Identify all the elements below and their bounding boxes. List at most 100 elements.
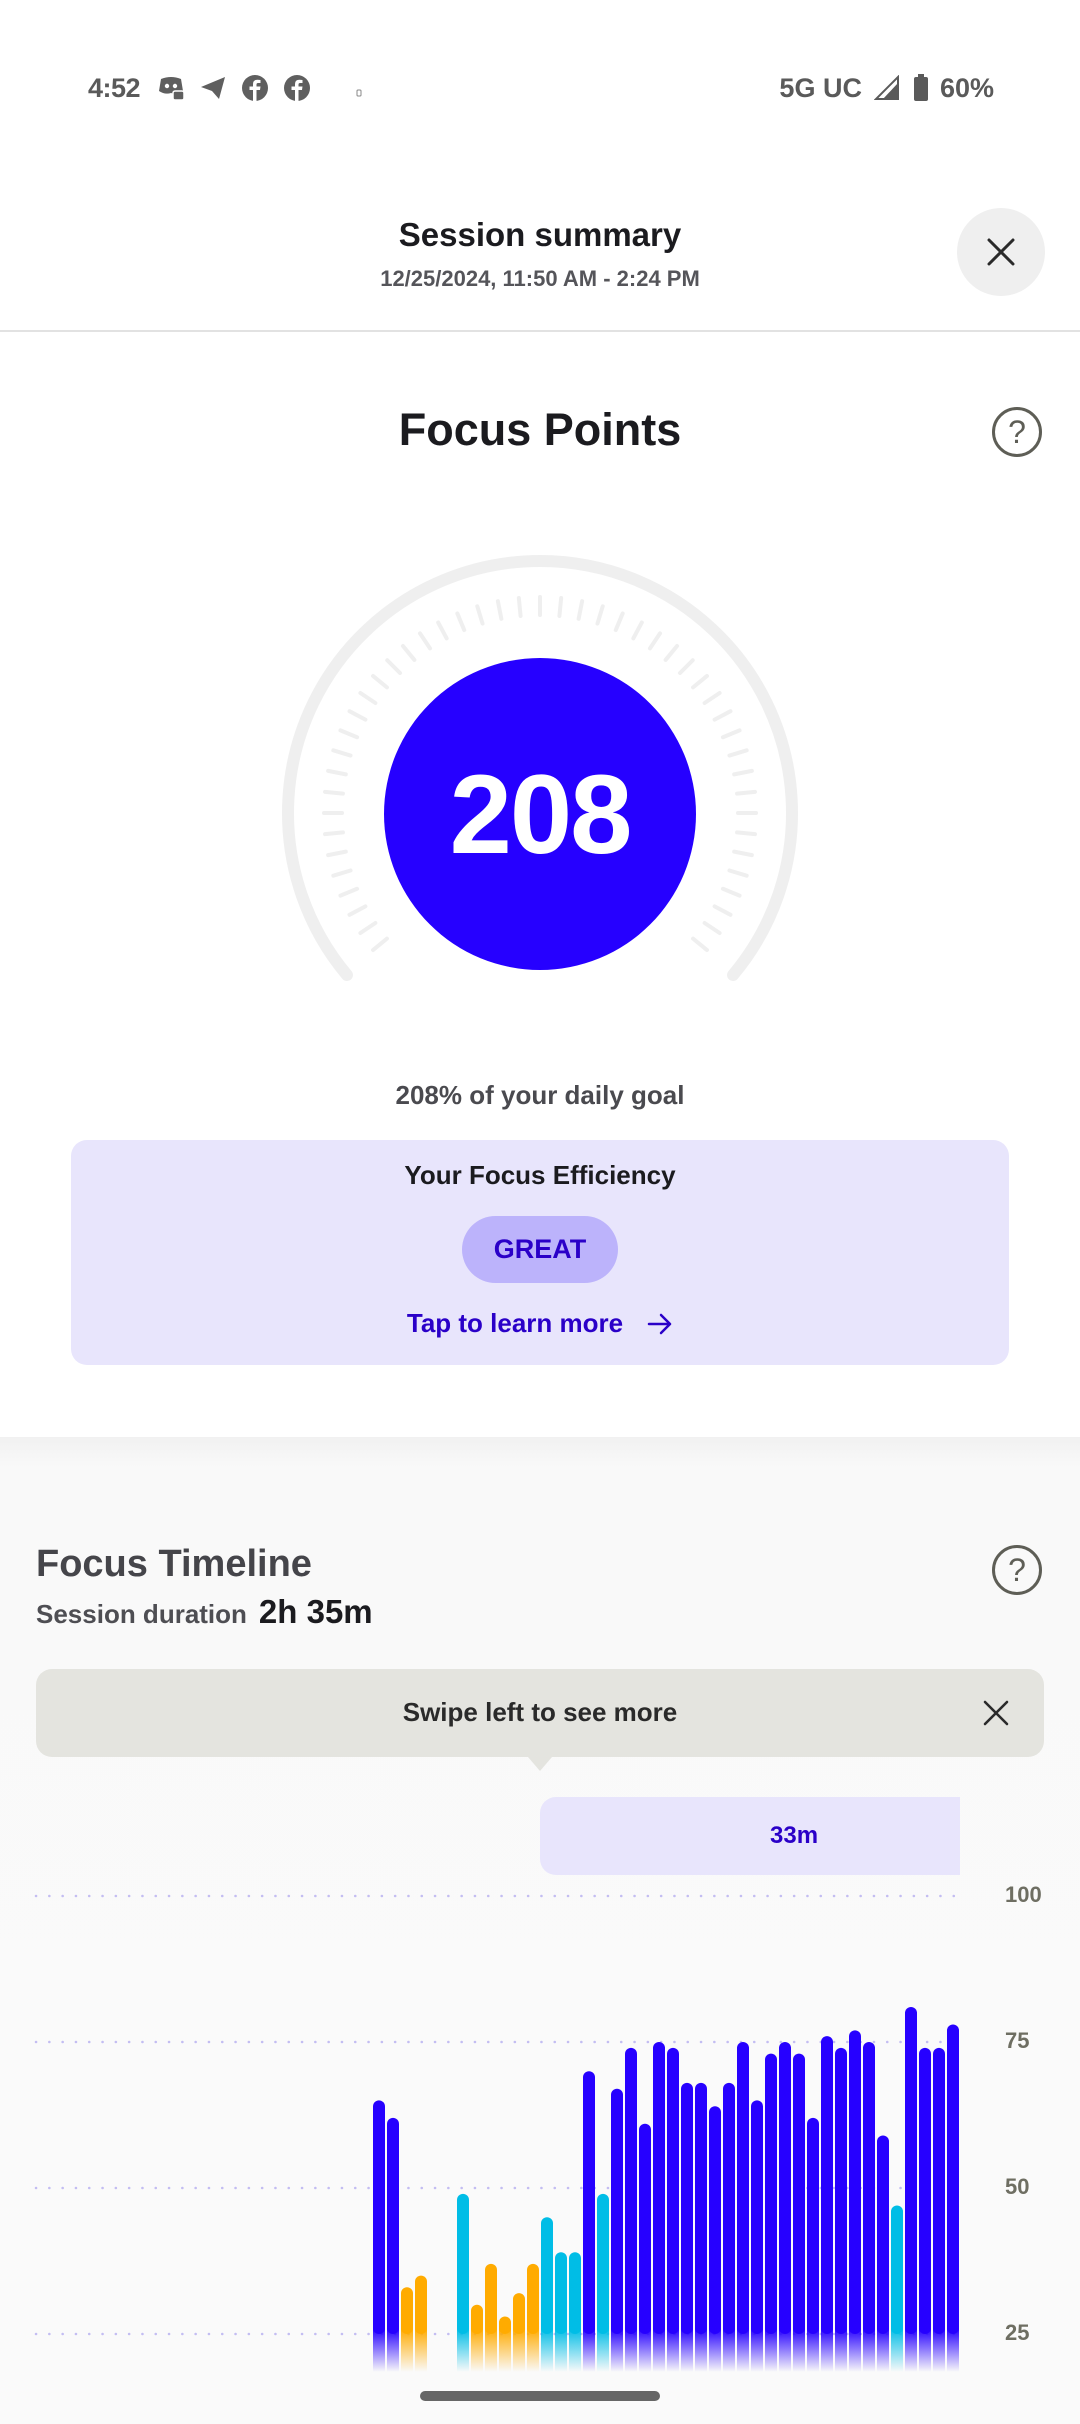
gauge-tick	[720, 728, 742, 740]
timeline-bar	[653, 2042, 665, 2372]
timeline-bar	[849, 2030, 861, 2372]
dismiss-tip-button[interactable]	[976, 1693, 1016, 1733]
timeline-bar	[779, 2042, 791, 2372]
timeline-bar	[555, 2252, 567, 2372]
gauge-tick	[727, 748, 749, 758]
timeline-bar	[737, 2042, 749, 2372]
focus-points-title: Focus Points	[398, 404, 682, 455]
gauge-tick	[347, 904, 368, 917]
timeline-bar	[541, 2217, 553, 2372]
timeline-bar	[919, 2047, 931, 2372]
timeline-bar	[597, 2193, 609, 2372]
gauge-tick	[417, 631, 432, 651]
gauge-tick	[631, 620, 644, 641]
visible-range-label: 33m	[770, 1822, 819, 1849]
timeline-bar	[821, 2036, 833, 2372]
timeline-bar	[947, 2024, 959, 2372]
learn-more-label: Tap to learn more	[406, 1308, 624, 1338]
y-tick-label: 100	[1005, 1882, 1042, 1907]
timeline-bar	[499, 2316, 511, 2372]
focus-points-score: 208	[449, 751, 633, 877]
close-icon	[987, 238, 1015, 266]
timeline-bar	[639, 2123, 651, 2372]
gauge-tick	[331, 748, 353, 758]
gauge-tick	[455, 611, 467, 633]
gauge-tick	[331, 868, 353, 878]
timeline-bar	[891, 2205, 903, 2372]
network-type: 5G UC	[779, 72, 862, 103]
timeline-bar	[835, 2047, 847, 2372]
gauge-tick	[727, 868, 749, 878]
timeline-bar	[793, 2053, 805, 2372]
gauge-tick	[323, 789, 345, 796]
gauge-tick	[702, 921, 722, 936]
close-button[interactable]	[957, 208, 1045, 296]
status-time: 4:52	[88, 72, 141, 103]
efficiency-badge: GREAT	[462, 1216, 618, 1283]
header: Session summary 12/25/2024, 11:50 AM - 2…	[0, 200, 1080, 332]
gauge-tick	[691, 936, 709, 953]
session-time-range: 12/25/2024, 11:50 AM - 2:24 PM	[380, 266, 700, 291]
score-circle: 208	[384, 658, 696, 970]
learn-more-link[interactable]: Tap to learn more	[71, 1308, 1009, 1339]
timeline-bar	[513, 2293, 525, 2372]
timeline-bar	[471, 2304, 483, 2372]
swipe-tip-text: Swipe left to see more	[402, 1697, 678, 1727]
timeline-bar	[401, 2287, 413, 2372]
facebook-icon	[282, 73, 312, 103]
gauge-tick	[557, 596, 564, 618]
gauge-tick	[326, 768, 348, 777]
timeline-bar	[611, 2088, 623, 2372]
gauge-tick	[702, 690, 722, 705]
timeline-bar	[415, 2275, 427, 2372]
gauge-tick	[712, 709, 733, 722]
timeline-bar	[569, 2252, 581, 2372]
timeline-bar	[961, 2141, 973, 2372]
timeline-bar	[527, 2263, 539, 2372]
gauge-tick	[371, 936, 389, 953]
help-icon: ?	[1008, 413, 1026, 450]
timeline-bar	[457, 2193, 469, 2372]
timeline-bar	[667, 2047, 679, 2372]
gauge-tick	[648, 631, 663, 651]
y-tick-label: 25	[1005, 2320, 1030, 2345]
focus-timeline-section: Focus Timeline Session duration 2h 35m S…	[0, 1437, 1080, 2424]
gauge-tick	[678, 658, 695, 675]
gauge-tick	[323, 830, 345, 837]
focus-efficiency-card[interactable]: Your Focus Efficiency GREAT Tap to learn…	[71, 1140, 1009, 1365]
gauge-tick	[436, 620, 449, 641]
tip-pointer	[528, 1757, 552, 1771]
timeline-bar	[723, 2082, 735, 2372]
gauge-tick	[326, 849, 348, 858]
gauge-tick	[663, 644, 680, 662]
timeline-bar	[485, 2263, 497, 2372]
facebook-icon	[240, 73, 270, 103]
gauge-tick	[358, 921, 378, 936]
focus-points-help-button[interactable]: ?	[992, 407, 1042, 457]
telegram-icon	[198, 73, 228, 103]
gauge-tick	[338, 728, 360, 740]
battery-icon	[912, 73, 930, 103]
timeline-bar	[863, 2042, 875, 2372]
timeline-bar	[625, 2047, 637, 2372]
discord-icon	[156, 73, 186, 103]
gauge-tick	[516, 596, 523, 618]
gauge-tick	[735, 789, 757, 796]
gauge-tick	[720, 886, 742, 898]
page-title: Session summary	[398, 216, 682, 253]
timeline-bar	[933, 2047, 945, 2372]
timeline-bar	[905, 2006, 917, 2372]
focus-timeline-chart[interactable]	[0, 1437, 1080, 2424]
timeline-bar	[877, 2135, 889, 2372]
signal-icon	[872, 73, 902, 103]
gauge-tick	[735, 830, 757, 837]
timeline-bar	[807, 2117, 819, 2372]
swipe-tip-banner: Swipe left to see more	[36, 1669, 1044, 1757]
close-icon	[983, 1700, 1009, 1726]
timeline-bar	[765, 2053, 777, 2372]
timeline-bar	[751, 2100, 763, 2372]
focus-timeline-help-button[interactable]: ?	[992, 1545, 1042, 1595]
focus-efficiency-title: Your Focus Efficiency	[404, 1160, 676, 1190]
home-indicator[interactable]	[420, 2391, 660, 2401]
gauge-tick	[495, 599, 504, 621]
